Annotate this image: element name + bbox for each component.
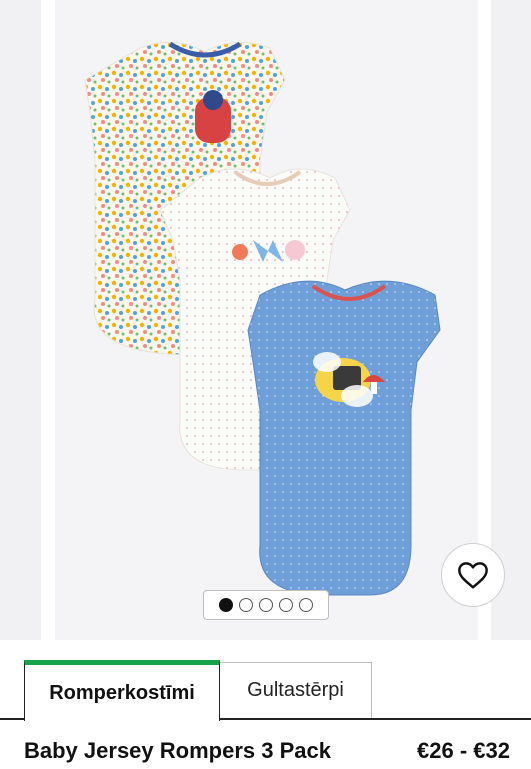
category-tabs: Romperkostīmi Gultastērpi — [0, 660, 531, 721]
wishlist-button[interactable] — [441, 543, 505, 607]
carousel-dot-5[interactable] — [299, 598, 313, 612]
tab-label: Romperkostīmi — [49, 681, 195, 704]
product-image[interactable] — [55, 0, 478, 640]
next-image-peek[interactable] — [491, 0, 531, 640]
previous-image-peek[interactable] — [0, 0, 41, 640]
tab-romperkostimi[interactable]: Romperkostīmi — [24, 660, 220, 721]
heart-outline-icon — [458, 562, 488, 589]
product-info: Baby Jersey Rompers 3 Pack €26 - €32 — [24, 733, 510, 769]
carousel-pagination — [203, 590, 329, 620]
product-gallery[interactable] — [0, 0, 531, 640]
carousel-dot-2[interactable] — [239, 598, 253, 612]
product-title[interactable]: Baby Jersey Rompers 3 Pack — [24, 738, 331, 764]
rompers-illustration — [84, 41, 441, 596]
product-price: €26 - €32 — [417, 738, 510, 763]
carousel-dot-3[interactable] — [259, 598, 273, 612]
tab-label: Gultastērpi — [247, 679, 344, 701]
carousel-dot-4[interactable] — [279, 598, 293, 612]
tab-gultasterpi[interactable]: Gultastērpi — [219, 662, 372, 718]
carousel-dot-1[interactable] — [219, 598, 233, 612]
